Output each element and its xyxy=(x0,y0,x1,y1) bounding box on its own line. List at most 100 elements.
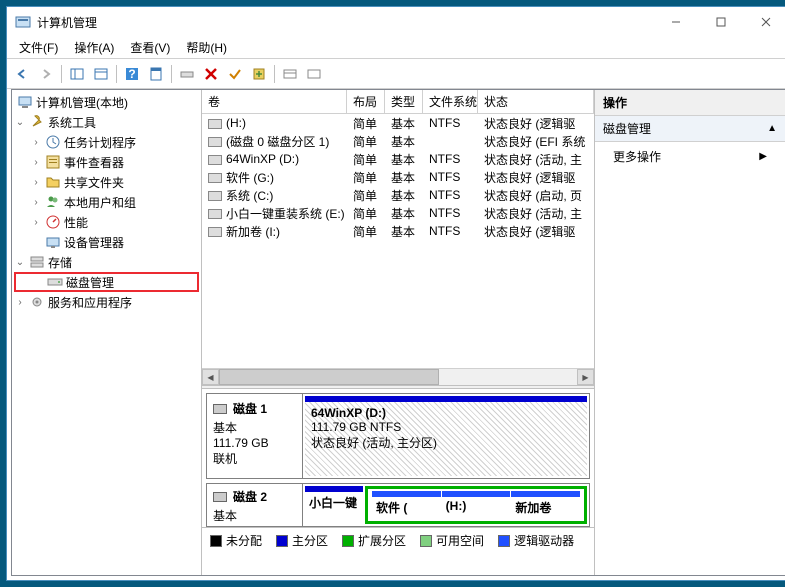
chevron-right-icon[interactable]: › xyxy=(14,297,26,308)
tree-label: 系统工具 xyxy=(48,114,96,131)
legend-item: 未分配 xyxy=(210,532,262,549)
volume-row[interactable]: 软件 (G:)简单基本NTFS状态良好 (逻辑驱 xyxy=(202,168,594,186)
device-icon xyxy=(45,234,61,250)
horizontal-scrollbar[interactable]: ◀ ▶ xyxy=(202,368,594,385)
tree-disk-management[interactable]: 磁盘管理 xyxy=(14,272,199,292)
legend-item: 扩展分区 xyxy=(342,532,406,549)
drive-icon[interactable] xyxy=(176,63,198,85)
volume-row[interactable]: 64WinXP (D:)简单基本NTFS状态良好 (活动, 主 xyxy=(202,150,594,168)
drive-icon xyxy=(208,155,222,165)
menu-action[interactable]: 操作(A) xyxy=(66,37,122,58)
performance-icon xyxy=(45,214,61,230)
volume-row[interactable]: 小白一键重装系统 (E:)简单基本NTFS状态良好 (活动, 主 xyxy=(202,204,594,222)
partition-title: 64WinXP (D:) xyxy=(311,406,386,420)
col-filesystem[interactable]: 文件系统 xyxy=(423,90,478,113)
partition[interactable]: 小白一键 xyxy=(305,486,363,524)
titlebar[interactable]: 计算机管理 xyxy=(7,7,785,37)
col-status[interactable]: 状态 xyxy=(478,90,594,113)
disk-info: 磁盘 1 基本 111.79 GB 联机 xyxy=(207,394,303,478)
legend-item: 可用空间 xyxy=(420,532,484,549)
partition[interactable]: 软件 ( xyxy=(372,491,441,519)
volume-row[interactable]: 系统 (C:)简单基本NTFS状态良好 (启动, 页 xyxy=(202,186,594,204)
more-actions[interactable]: 更多操作 ▶ xyxy=(595,142,785,171)
menu-file[interactable]: 文件(F) xyxy=(11,37,66,58)
tree-label: 计算机管理(本地) xyxy=(36,94,128,111)
tree-system-tools[interactable]: ⌄ 系统工具 xyxy=(14,112,199,132)
maximize-button[interactable] xyxy=(698,7,743,37)
partition[interactable]: (H:) xyxy=(442,491,511,519)
close-button[interactable] xyxy=(743,7,785,37)
chevron-down-icon[interactable]: ⌄ xyxy=(14,117,26,128)
tree-label: 共享文件夹 xyxy=(64,174,124,191)
tree-event-viewer[interactable]: › 事件查看器 xyxy=(14,152,199,172)
scroll-right-button[interactable]: ▶ xyxy=(577,369,594,385)
tree-label: 存储 xyxy=(48,254,72,271)
legend: 未分配 主分区 扩展分区 可用空间 逻辑驱动器 xyxy=(202,527,594,553)
actions-header: 操作 xyxy=(595,90,785,116)
extended-partition[interactable]: 软件 ( (H:) 新加卷 xyxy=(365,486,587,524)
tree-label: 任务计划程序 xyxy=(64,134,136,151)
drive-icon xyxy=(213,404,227,414)
volume-list: 卷 布局 类型 文件系统 状态 (H:)简单基本NTFS状态良好 (逻辑驱(磁盘… xyxy=(202,90,594,385)
disk-state: 联机 xyxy=(213,450,296,467)
app-icon xyxy=(15,14,31,30)
view-panes-button[interactable] xyxy=(66,63,88,85)
scroll-left-button[interactable]: ◀ xyxy=(202,369,219,385)
partition-status: 状态良好 (活动, 主分区) xyxy=(311,434,581,451)
menu-help[interactable]: 帮助(H) xyxy=(178,37,235,58)
partition[interactable]: 64WinXP (D:) 111.79 GB NTFS 状态良好 (活动, 主分… xyxy=(305,396,587,476)
refresh-button[interactable] xyxy=(248,63,270,85)
chevron-down-icon[interactable]: ⌄ xyxy=(14,257,26,268)
storage-icon xyxy=(29,254,45,270)
accept-button[interactable] xyxy=(224,63,246,85)
view-list-button[interactable] xyxy=(90,63,112,85)
settings-button[interactable] xyxy=(279,63,301,85)
col-type[interactable]: 类型 xyxy=(385,90,423,113)
tree-label: 性能 xyxy=(64,214,88,231)
folder-icon xyxy=(45,174,61,190)
partition[interactable]: 新加卷 xyxy=(511,491,580,519)
scroll-thumb[interactable] xyxy=(219,369,439,385)
tree-root[interactable]: 计算机管理(本地) xyxy=(14,92,199,112)
minimize-button[interactable] xyxy=(653,7,698,37)
help-button[interactable]: ? xyxy=(121,63,143,85)
tree-storage[interactable]: ⌄ 存储 xyxy=(14,252,199,272)
chevron-right-icon[interactable]: › xyxy=(30,217,42,228)
actions-subheader[interactable]: 磁盘管理 ▲ xyxy=(595,116,785,142)
disk-graphical-panel: 磁盘 1 基本 111.79 GB 联机 64WinXP (D:) 111.79… xyxy=(202,389,594,575)
disk-size: 111.79 GB xyxy=(213,436,296,450)
window-title: 计算机管理 xyxy=(37,14,653,31)
tree-task-scheduler[interactable]: › 任务计划程序 xyxy=(14,132,199,152)
chevron-right-icon[interactable]: › xyxy=(30,197,42,208)
volume-row[interactable]: 新加卷 (I:)简单基本NTFS状态良好 (逻辑驱 xyxy=(202,222,594,240)
tree-label: 本地用户和组 xyxy=(64,194,136,211)
properties-button[interactable] xyxy=(145,63,167,85)
back-button[interactable] xyxy=(11,63,33,85)
tree-local-users[interactable]: › 本地用户和组 xyxy=(14,192,199,212)
more-button[interactable] xyxy=(303,63,325,85)
clock-icon xyxy=(45,134,61,150)
volume-row[interactable]: (磁盘 0 磁盘分区 1)简单基本状态良好 (EFI 系统 xyxy=(202,132,594,150)
disk-row-1[interactable]: 磁盘 1 基本 111.79 GB 联机 64WinXP (D:) 111.79… xyxy=(206,393,590,479)
chevron-right-icon[interactable]: › xyxy=(30,177,42,188)
chevron-right-icon[interactable]: › xyxy=(30,137,42,148)
tree-services-apps[interactable]: › 服务和应用程序 xyxy=(14,292,199,312)
forward-button[interactable] xyxy=(35,63,57,85)
col-layout[interactable]: 布局 xyxy=(347,90,385,113)
toolbar: ? xyxy=(7,59,785,89)
col-volume[interactable]: 卷 xyxy=(202,90,347,113)
volume-row[interactable]: (H:)简单基本NTFS状态良好 (逻辑驱 xyxy=(202,114,594,132)
tree-label: 磁盘管理 xyxy=(66,274,114,291)
disk-row-2[interactable]: 磁盘 2 基本 小白一键 软件 ( (H:) 新加卷 xyxy=(206,483,590,527)
chevron-right-icon[interactable]: › xyxy=(30,157,42,168)
navigation-tree: 计算机管理(本地) ⌄ 系统工具 › 任务计划程序 › 事件查看器 › 共享文件… xyxy=(12,90,202,575)
menu-view[interactable]: 查看(V) xyxy=(122,37,178,58)
partition-size: 111.79 GB NTFS xyxy=(311,420,581,434)
tree-device-manager[interactable]: 设备管理器 xyxy=(14,232,199,252)
drive-icon xyxy=(208,137,222,147)
tree-label: 事件查看器 xyxy=(64,154,124,171)
tree-performance[interactable]: › 性能 xyxy=(14,212,199,232)
delete-button[interactable] xyxy=(200,63,222,85)
tree-shared-folders[interactable]: › 共享文件夹 xyxy=(14,172,199,192)
drive-icon xyxy=(208,227,222,237)
